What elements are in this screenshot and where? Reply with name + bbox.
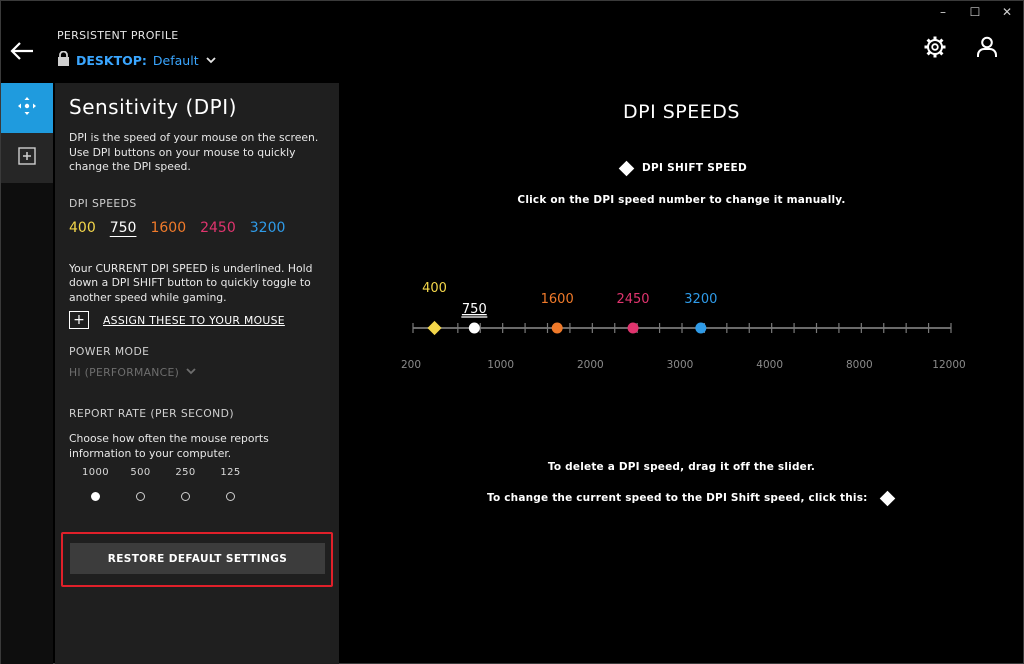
dpi-speeds-label: DPI SPEEDS <box>69 196 137 210</box>
scale-label: 2000 <box>577 359 604 371</box>
minimize-button[interactable]: – <box>937 5 949 19</box>
close-button[interactable]: ✕ <box>1001 5 1013 19</box>
scale-label: 8000 <box>846 359 873 371</box>
diamond-icon <box>618 160 635 176</box>
scale-label: 12000 <box>932 359 965 371</box>
slider-marker-750[interactable] <box>468 322 480 334</box>
slider-marker-label-1600[interactable]: 1600 <box>541 292 574 307</box>
report-rate-value: 250 <box>175 467 196 478</box>
report-rate-radio[interactable] <box>91 492 100 501</box>
manual-change-hint: Click on the DPI speed number to change … <box>517 194 846 206</box>
dpi-speed-1600[interactable]: 1600 <box>150 220 186 236</box>
report-rate-value: 500 <box>130 467 151 478</box>
power-mode-dropdown[interactable]: HI (PERFORMANCE) <box>69 366 325 379</box>
current-dpi-info: Your CURRENT DPI SPEED is underlined. Ho… <box>69 261 313 304</box>
profile-label: PERSISTENT PROFILE <box>57 29 179 42</box>
rail-add-button[interactable] <box>1 133 53 183</box>
chevron-down-icon <box>205 53 217 68</box>
move-arrows-icon <box>16 95 38 121</box>
scale-label: 200 <box>401 359 421 371</box>
restore-default-button[interactable]: RESTORE DEFAULT SETTINGS <box>70 543 325 574</box>
scale-label: 1000 <box>487 359 514 371</box>
desktop-label: DESKTOP: <box>76 52 147 68</box>
dpi-shift-label: DPI SHIFT SPEED <box>642 162 748 174</box>
dpi-speed-3200[interactable]: 3200 <box>250 220 286 236</box>
settings-panel: Sensitivity (DPI) DPI is the speed of yo… <box>55 83 339 664</box>
dpi-speed-750[interactable]: 750 <box>110 220 137 236</box>
profile-selector[interactable]: DESKTOP: Default <box>57 50 217 69</box>
power-mode-value: HI (PERFORMANCE) <box>69 366 180 379</box>
report-rate-radio[interactable] <box>226 492 235 501</box>
assign-to-mouse[interactable]: + ASSIGN THESE TO YOUR MOUSE <box>69 311 325 329</box>
dpi-speed-2450[interactable]: 2450 <box>200 220 236 236</box>
plus-square-icon <box>17 146 37 170</box>
power-mode-label: POWER MODE <box>69 345 150 358</box>
report-rate-options: 1000 500 250 125 <box>73 467 325 501</box>
panel-title: Sensitivity (DPI) <box>69 95 237 119</box>
rail-sensitivity-button[interactable] <box>1 83 53 133</box>
report-rate-option-500[interactable]: 500 <box>118 467 163 501</box>
report-rate-value: 1000 <box>81 467 110 478</box>
slider-marker-label-750[interactable]: 750 <box>462 302 487 317</box>
dpi-shift-legend: DPI SHIFT SPEED <box>618 160 748 176</box>
report-rate-radio[interactable] <box>181 492 190 501</box>
profile-name: Default <box>152 52 199 68</box>
back-arrow-icon[interactable] <box>9 39 35 63</box>
set-shift-speed-button[interactable] <box>879 490 895 506</box>
report-rate-label: REPORT RATE (PER SECOND) <box>69 407 234 420</box>
dpi-slider[interactable]: 200 1000 2000 3000 4000 8000 12000 400 750 1600 24… <box>389 273 989 383</box>
report-rate-radio[interactable] <box>136 492 145 501</box>
scale-label: 4000 <box>756 359 783 371</box>
main-title: DPI SPEEDS <box>623 101 740 123</box>
slider-marker-2450[interactable] <box>627 322 639 334</box>
top-icons <box>923 35 999 59</box>
dpi-speed-400[interactable]: 400 <box>69 220 96 236</box>
slider-marker-3200[interactable] <box>695 322 707 334</box>
report-rate-option-1000[interactable]: 1000 <box>73 467 118 501</box>
user-icon[interactable] <box>975 35 999 59</box>
shift-speed-hint-text: To change the current speed to the DPI S… <box>487 492 868 504</box>
gear-icon[interactable] <box>923 35 947 59</box>
scale-label: 3000 <box>667 359 694 371</box>
dpi-speed-list: 400 750 1600 2450 3200 <box>69 220 325 236</box>
slider-marker-label-400[interactable]: 400 <box>422 281 447 296</box>
chevron-down-icon <box>185 366 197 379</box>
report-rate-option-250[interactable]: 250 <box>163 467 208 501</box>
slider-marker-label-2450[interactable]: 2450 <box>616 292 649 307</box>
dpi-description: DPI is the speed of your mouse on the sc… <box>69 131 319 173</box>
maximize-button[interactable]: ☐ <box>969 5 981 19</box>
report-rate-option-125[interactable]: 125 <box>208 467 253 501</box>
app-window: – ☐ ✕ PERSISTENT PROFILE DESKTOP: Defaul… <box>0 0 1024 664</box>
assign-link[interactable]: ASSIGN THESE TO YOUR MOUSE <box>103 314 285 327</box>
window-controls: – ☐ ✕ <box>937 5 1013 19</box>
plus-icon: + <box>69 311 89 329</box>
delete-hint: To delete a DPI speed, drag it off the s… <box>547 461 816 473</box>
report-rate-value: 125 <box>220 467 241 478</box>
restore-highlight: RESTORE DEFAULT SETTINGS <box>61 532 333 587</box>
slider-marker-label-3200[interactable]: 3200 <box>684 292 717 307</box>
report-rate-description: Choose how often the mouse reports infor… <box>69 432 269 460</box>
slider-marker-1600[interactable] <box>551 322 563 334</box>
left-rail <box>1 83 53 664</box>
shift-speed-hint: To change the current speed to the DPI S… <box>487 490 895 506</box>
main-area: DPI SPEEDS DPI SHIFT SPEED Click on the … <box>339 83 1024 664</box>
lock-icon <box>57 50 70 69</box>
slider-marker-400[interactable] <box>427 320 442 336</box>
